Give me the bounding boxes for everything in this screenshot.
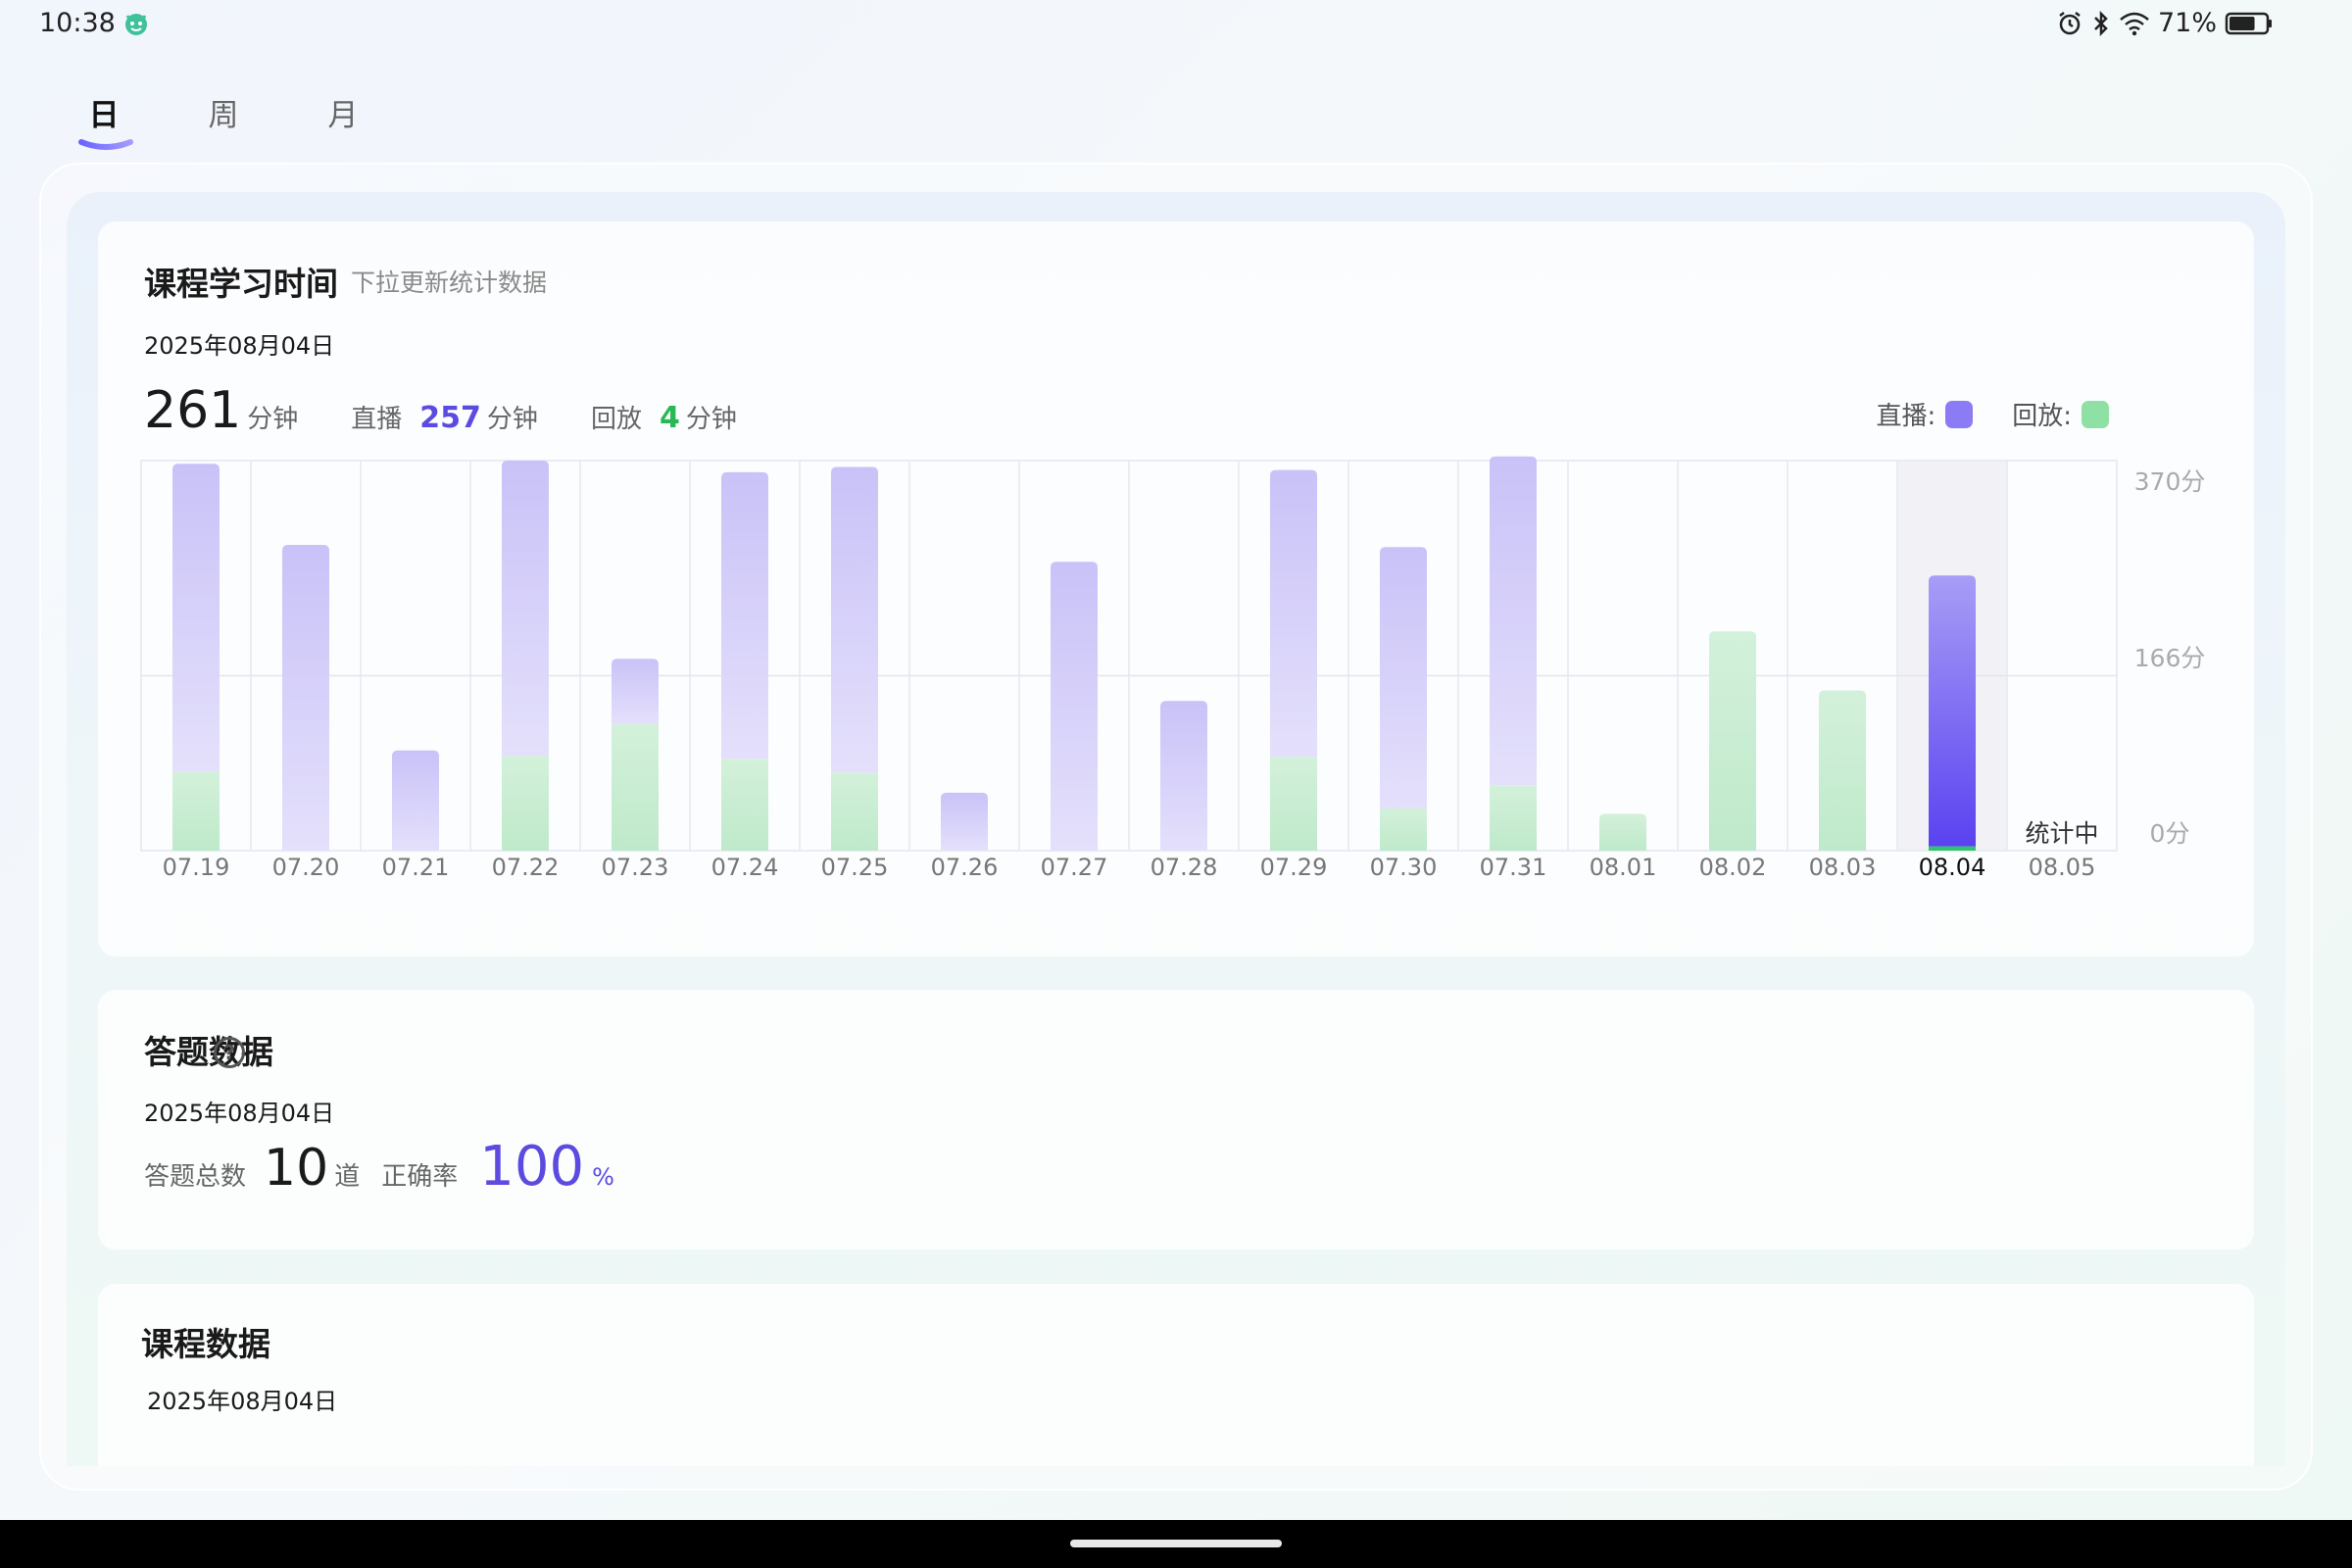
bar-replay-08.03 [1819, 690, 1866, 851]
accuracy-label: 正确率 [381, 1162, 459, 1192]
bar-replay-07.23 [612, 723, 659, 851]
answer-data-title: 答题数据 [144, 1033, 273, 1071]
x-tick-label: 07.27 [1041, 854, 1108, 881]
bar-replay-08.04 [1929, 846, 1976, 851]
bar-replay-07.30 [1380, 808, 1427, 851]
answer-total-label: 答题总数 [144, 1162, 247, 1192]
bar-replay-08.02 [1709, 631, 1756, 851]
bar-live-07.24 [721, 471, 768, 760]
y-tick-label: 370分 [2134, 467, 2206, 496]
home-indicator[interactable] [1070, 1540, 1282, 1547]
bar-replay-07.31 [1490, 785, 1537, 851]
x-tick-label: 08.05 [2029, 854, 2096, 881]
x-tick-label: 07.21 [382, 854, 450, 881]
bar-live-07.19 [172, 464, 220, 772]
x-tick-label: 07.24 [711, 854, 779, 881]
bar-live-07.25 [831, 466, 878, 773]
x-tick-label: 08.04 [1919, 854, 1986, 881]
bar-live-07.27 [1051, 562, 1098, 851]
study-time-chart: 07.19 07.20 07.21 07.22 07.23 07.24 07.25 07.26… [140, 456, 2206, 881]
bar-replay-08.01 [1599, 813, 1646, 851]
x-tick-label: 07.28 [1151, 854, 1218, 881]
x-tick-label: 08.01 [1590, 854, 1657, 881]
bar-replay-07.29 [1270, 757, 1317, 851]
bar-live-07.30 [1380, 547, 1427, 808]
course-data-title: 课程数据 [141, 1325, 270, 1363]
bar-live-07.31 [1490, 456, 1537, 786]
bar-live-07.26 [941, 792, 988, 851]
x-tick-label: 07.20 [272, 854, 340, 881]
pending-stat-label: 统计中 [2025, 819, 2098, 848]
accuracy-unit: % [592, 1163, 614, 1191]
x-tick-label: 07.19 [163, 854, 230, 881]
bar-live-08.04 [1929, 575, 1976, 847]
accuracy-value: 100 [479, 1135, 585, 1199]
answer-data-card: 答题数据 2025年08月04日 [98, 990, 2254, 1250]
x-tick-label: 07.26 [931, 854, 999, 881]
bar-replay-07.24 [721, 759, 768, 851]
bar-live-07.22 [502, 461, 549, 757]
question-circle-icon[interactable]: ? [214, 1037, 245, 1068]
y-tick-label: 166分 [2134, 644, 2206, 672]
bar-live-07.20 [282, 545, 329, 851]
answer-total-unit: 道 [334, 1162, 361, 1192]
y-tick-label: 0分 [2150, 819, 2190, 848]
x-tick-label: 07.23 [602, 854, 669, 881]
answer-total-value: 10 [264, 1139, 329, 1198]
bar-live-07.29 [1270, 469, 1317, 758]
x-tick-label: 08.03 [1809, 854, 1877, 881]
bar-live-07.21 [392, 750, 439, 851]
x-tick-label: 07.29 [1260, 854, 1328, 881]
x-tick-label: 07.30 [1370, 854, 1438, 881]
course-date: 2025年08月04日 [147, 1388, 338, 1415]
system-nav-bar [0, 1520, 2352, 1568]
x-tick-label: 07.22 [492, 854, 560, 881]
x-tick-label: 07.25 [821, 854, 889, 881]
bar-replay-07.25 [831, 772, 878, 851]
x-tick-label: 08.02 [1699, 854, 1767, 881]
x-tick-label: 07.31 [1480, 854, 1547, 881]
course-data-card: 课程数据 2025年08月04日 [98, 1284, 2254, 1466]
bar-live-07.28 [1160, 701, 1207, 851]
bar-replay-07.19 [172, 771, 220, 851]
bar-replay-07.22 [502, 756, 549, 851]
answer-summary: 答题总数 10 道 正确率 100 % [144, 1135, 614, 1199]
bar-live-07.23 [612, 659, 659, 724]
answer-date: 2025年08月04日 [144, 1100, 335, 1127]
